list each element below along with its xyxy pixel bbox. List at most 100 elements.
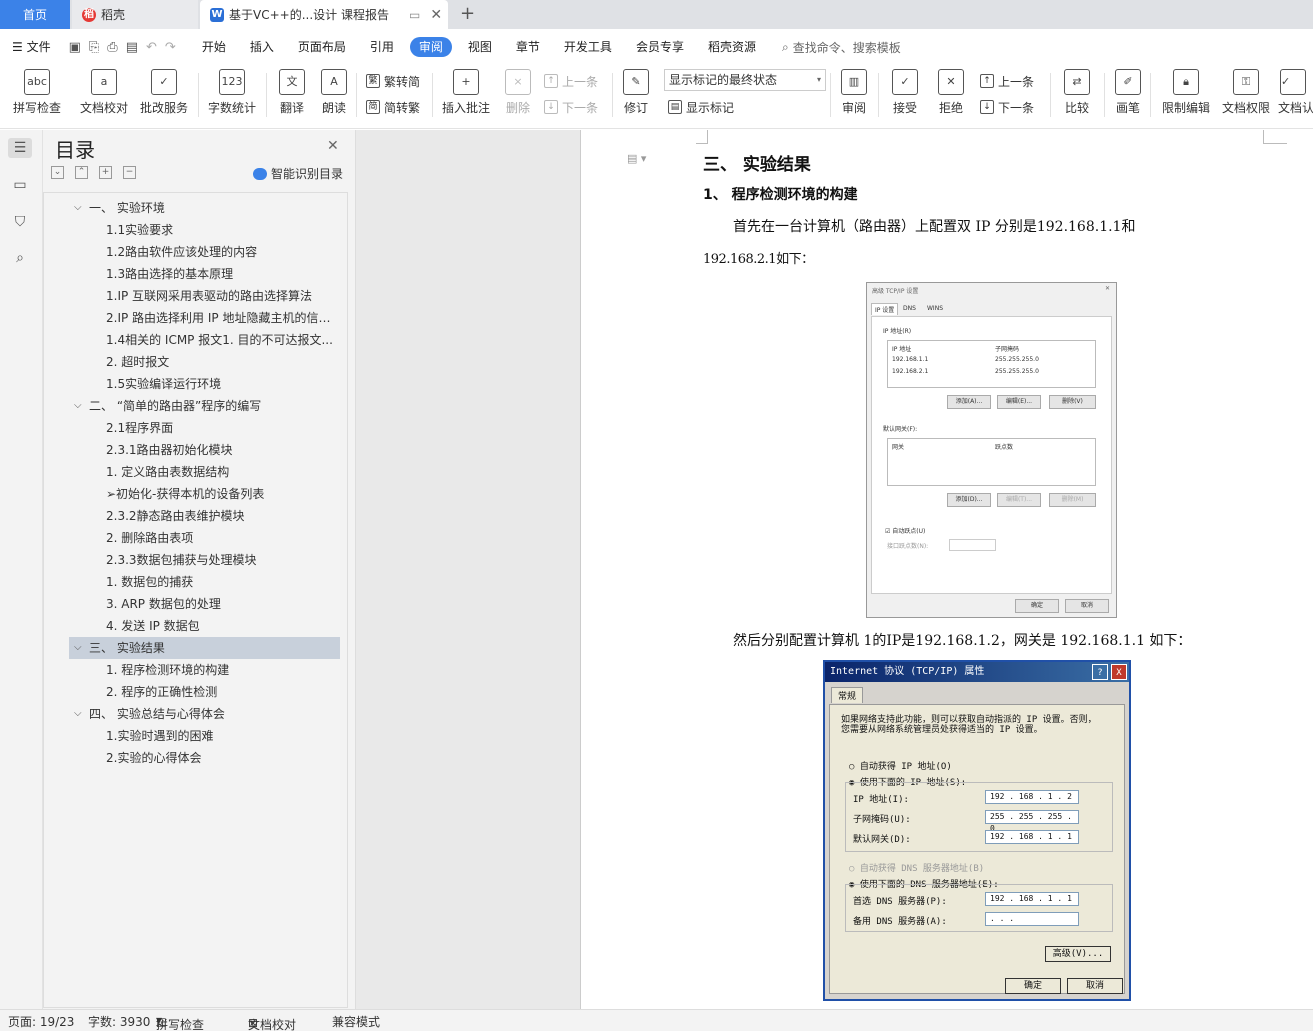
accept-icon: ✓: [892, 69, 918, 95]
undo-icon[interactable]: ↶: [146, 40, 157, 55]
prev-comment-button[interactable]: ↑ 上一条: [544, 71, 598, 91]
chevron-down-icon[interactable]: ⌵: [74, 197, 82, 219]
menu-item-0[interactable]: 开始: [190, 37, 238, 57]
review-pane-button[interactable]: ▥ 审阅: [834, 69, 874, 121]
print-icon[interactable]: ⎙: [107, 40, 117, 55]
remove-heading-icon[interactable]: −: [123, 166, 136, 179]
prev-change-button[interactable]: ↑ 上一条: [980, 71, 1034, 91]
show-markup-button[interactable]: ▤ 显示标记: [668, 97, 734, 117]
close-icon[interactable]: ✕: [327, 138, 339, 154]
pen-button[interactable]: ✐ 画笔: [1110, 69, 1146, 121]
translate-button[interactable]: 文翻译: [272, 69, 312, 121]
bookmark-icon[interactable]: ⛉: [10, 212, 30, 232]
toc-item[interactable]: 1. 定义路由表数据结构: [69, 461, 340, 483]
chevron-down-icon[interactable]: ⌵: [74, 703, 82, 725]
word-count[interactable]: 字数: 3930: [88, 1013, 150, 1030]
toc-item[interactable]: 1.IP 互联网采用表驱动的路由选择算法: [69, 285, 340, 307]
toc-item-label: 四、 实验总结与心得体会: [89, 707, 225, 721]
tab-home[interactable]: 首页: [0, 0, 70, 29]
chapter-icon[interactable]: ▭: [10, 175, 30, 195]
chevron-down-icon[interactable]: ⌵: [74, 637, 82, 659]
tab-document[interactable]: W 基于VC++的...设计 课程报告 ▭ ✕: [200, 0, 448, 29]
command-search[interactable]: ⌕ 查找命令、搜索模板: [782, 39, 901, 56]
menu-item-9[interactable]: 稻壳资源: [696, 37, 768, 57]
menu-item-6[interactable]: 章节: [504, 37, 552, 57]
doc-permission-button[interactable]: ⚿ 文档权限: [1218, 69, 1274, 121]
next-change-button[interactable]: ↓ 下一条: [980, 97, 1034, 117]
toc-item[interactable]: 2.IP 路由选择利用 IP 地址隐藏主机的信息...: [69, 307, 340, 329]
toc-item[interactable]: 2. 程序的正确性检测: [69, 681, 340, 703]
menu-item-7[interactable]: 开发工具: [552, 37, 624, 57]
toc-item[interactable]: 2.3.1路由器初始化模块: [69, 439, 340, 461]
add-heading-icon[interactable]: +: [99, 166, 112, 179]
chevron-down-icon[interactable]: ⌵: [74, 395, 82, 417]
dialog-button: 取消: [1065, 599, 1109, 613]
toc-item[interactable]: ⌵ 一、 实验环境: [69, 197, 340, 219]
spellcheck-status[interactable]: ☑ 拼写检查 ▾: [156, 1013, 204, 1032]
simp-to-trad-button[interactable]: 简简转繁: [366, 97, 420, 117]
toc-item[interactable]: 2. 删除路由表项: [69, 527, 340, 549]
smart-toc-button[interactable]: 智能识别目录: [253, 165, 343, 182]
doccheck-status-label: 文档校对: [248, 1018, 297, 1032]
toc-item[interactable]: ⌵ 四、 实验总结与心得体会: [69, 703, 340, 725]
accept-button[interactable]: ✓ 接受: [884, 69, 926, 121]
collapse-all-icon[interactable]: ⌄: [51, 166, 64, 179]
toc-item[interactable]: 1.4相关的 ICMP 报文1. 目的不可达报文...: [69, 329, 340, 351]
read-aloud-button[interactable]: A 朗读: [316, 69, 352, 121]
toc-item[interactable]: 1. 数据包的捕获: [69, 571, 340, 593]
close-tab-icon[interactable]: ✕: [430, 7, 442, 23]
paragraph-layout-icon[interactable]: ▤ ▾: [627, 152, 646, 165]
doc-auth-button[interactable]: ✓ 文档认: [1278, 69, 1313, 121]
toc-item[interactable]: 2.3.3数据包捕获与处理模块: [69, 549, 340, 571]
dialog-title: Internet 协议 (TCP/IP) 属性: [830, 666, 985, 677]
search-icon[interactable]: ⌕: [10, 248, 30, 268]
toc-item[interactable]: ➢初始化-获得本机的设备列表: [69, 483, 340, 505]
menu-item-5[interactable]: 视图: [456, 37, 504, 57]
wordcount-icon: 123: [219, 69, 245, 95]
revise-service-button[interactable]: ✓ 批改服务: [136, 69, 192, 121]
track-changes-button[interactable]: ✎ 修订: [616, 69, 656, 121]
toc-item[interactable]: ⌵ 三、 实验结果: [69, 637, 340, 659]
trad-to-simp-button[interactable]: 繁繁转简: [366, 71, 420, 91]
next-comment-button[interactable]: ↓ 下一条: [544, 97, 598, 117]
restrict-edit-button[interactable]: 🔒︎ 限制编辑: [1158, 69, 1214, 121]
lock-doc-icon: 🔒︎: [1173, 69, 1199, 95]
menu-item-2[interactable]: 页面布局: [286, 37, 358, 57]
insert-comment-button[interactable]: + 插入批注: [438, 69, 494, 121]
toc-panel-icon[interactable]: ☰: [8, 138, 32, 158]
toc-item[interactable]: ⌵ 二、 “简单的路由器”程序的编写: [69, 395, 340, 417]
delete-comment-button[interactable]: × 删除: [498, 69, 538, 121]
toc-item[interactable]: 1.1实验要求: [69, 219, 340, 241]
reject-button[interactable]: ✕ 拒绝: [930, 69, 972, 121]
doccheck-button[interactable]: a 文档校对: [76, 69, 132, 121]
new-tab-button[interactable]: +: [460, 3, 475, 24]
markup-display-select[interactable]: 显示标记的最终状态 ▾: [664, 69, 826, 91]
toc-item[interactable]: 1.3路由选择的基本原理: [69, 263, 340, 285]
menu-item-4[interactable]: 审阅: [409, 37, 452, 57]
window-icon[interactable]: ▭: [409, 8, 420, 22]
page-indicator[interactable]: 页面: 19/23: [8, 1013, 74, 1030]
toc-item[interactable]: 4. 发送 IP 数据包: [69, 615, 340, 637]
toc-item[interactable]: 1.5实验编译运行环境: [69, 373, 340, 395]
toc-item[interactable]: 3. ARP 数据包的处理: [69, 593, 340, 615]
toc-item[interactable]: 2.实验的心得体会: [69, 747, 340, 769]
menu-item-8[interactable]: 会员专享: [624, 37, 696, 57]
wordcount-button[interactable]: 123 字数统计: [204, 69, 260, 121]
export-pdf-icon[interactable]: ⎘: [89, 40, 99, 55]
toc-item[interactable]: 2. 超时报文: [69, 351, 340, 373]
expand-all-icon[interactable]: ⌃: [75, 166, 88, 179]
tab-daoke[interactable]: 稻稻壳: [72, 0, 198, 29]
spellcheck-button[interactable]: abc 拼写检查: [6, 69, 68, 121]
redo-icon[interactable]: ↷: [165, 40, 176, 55]
menu-item-3[interactable]: 引用: [358, 37, 406, 57]
toc-item[interactable]: 1. 程序检测环境的构建: [69, 659, 340, 681]
toc-item[interactable]: 1.实验时遇到的困难: [69, 725, 340, 747]
print-preview-icon[interactable]: ▤: [126, 40, 138, 55]
menu-item-1[interactable]: 插入: [238, 37, 286, 57]
save-icon[interactable]: ▣: [69, 40, 81, 55]
toc-item[interactable]: 2.1程序界面: [69, 417, 340, 439]
toc-item[interactable]: 1.2路由软件应该处理的内容: [69, 241, 340, 263]
toc-item[interactable]: 2.3.2静态路由表维护模块: [69, 505, 340, 527]
file-menu[interactable]: ☰ 文件: [0, 37, 63, 57]
compare-button[interactable]: ⇄ 比较: [1056, 69, 1098, 121]
